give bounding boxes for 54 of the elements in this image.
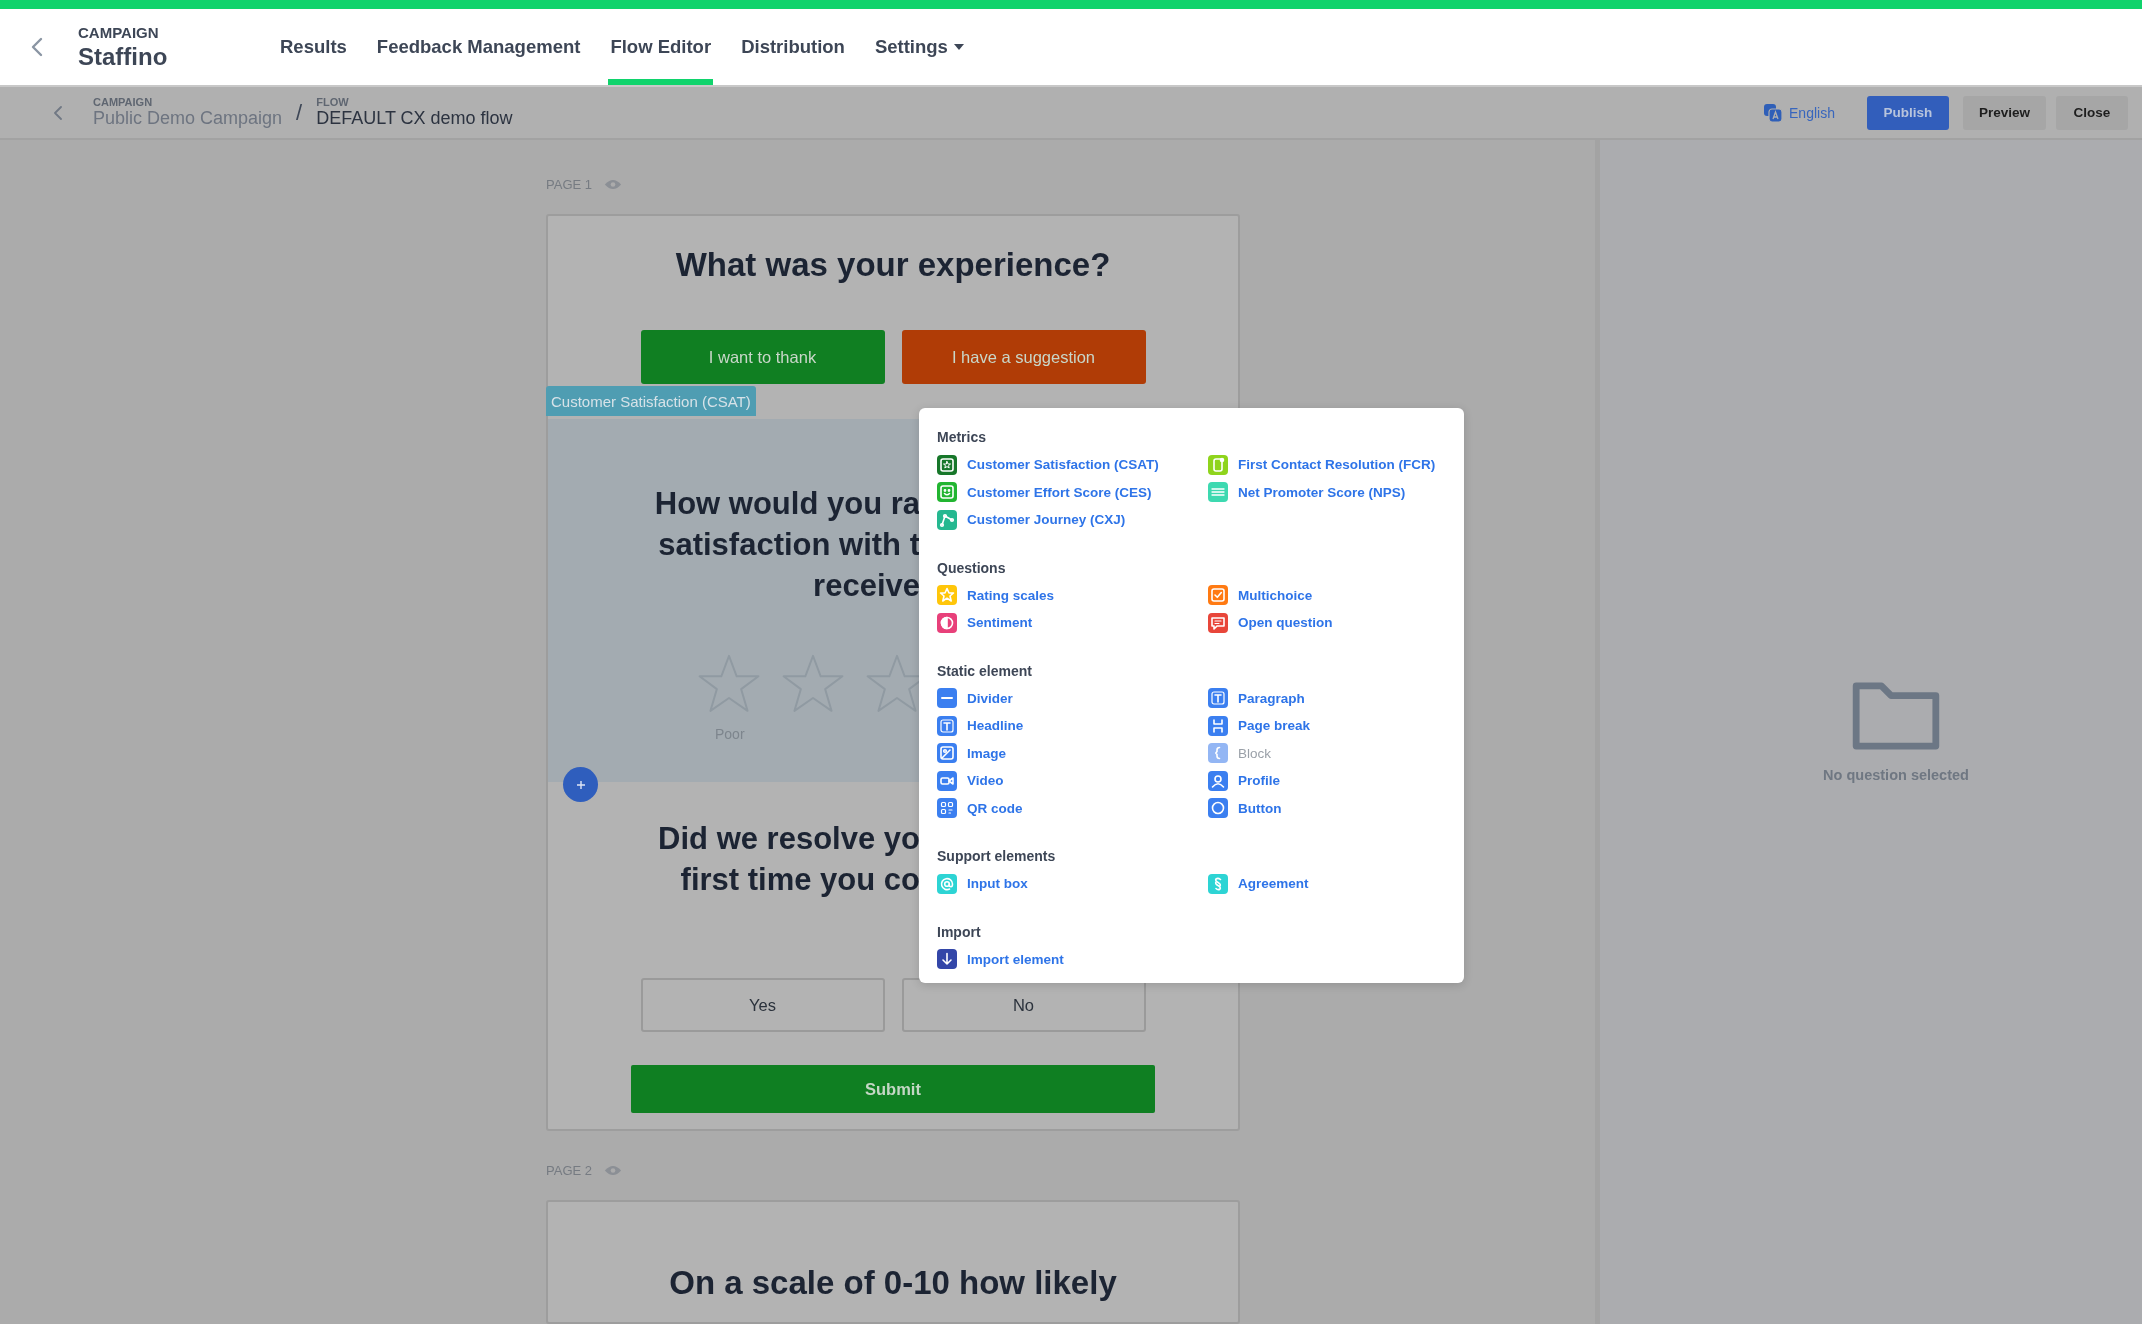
- question-text: first time you co: [680, 861, 920, 899]
- menu-item[interactable]: QR code: [937, 794, 1023, 822]
- menu-item[interactable]: Divider: [937, 684, 1013, 712]
- eye-icon[interactable]: [604, 1165, 622, 1176]
- section-heading: Static element: [937, 661, 1033, 680]
- menu-item[interactable]: Agreement: [1208, 870, 1309, 898]
- plus-icon: [575, 779, 586, 790]
- nav-tab[interactable]: Feedback Management: [374, 9, 583, 85]
- back-chevron-icon[interactable]: [31, 37, 43, 57]
- add-element-button[interactable]: [563, 767, 598, 802]
- choice-button[interactable]: I have a suggestion: [901, 330, 1146, 384]
- breadcrumb-label: FLOW: [316, 96, 350, 108]
- section-heading: Import: [937, 922, 982, 941]
- question-heading: On a scale of 0-10 how likely: [669, 1263, 1117, 1303]
- back-chevron-icon[interactable]: [54, 105, 62, 120]
- breadcrumb-separator: /: [296, 99, 303, 126]
- answer-button[interactable]: No: [901, 978, 1146, 1032]
- nav-tab[interactable]: Settings: [872, 9, 966, 85]
- language-button[interactable]: English: [1763, 102, 1835, 123]
- toolbar-button[interactable]: Preview: [1962, 95, 2046, 130]
- element-tag: Customer Satisfaction (CSAT): [546, 386, 756, 416]
- campaign-name: Staffino: [78, 42, 169, 71]
- menu-item[interactable]: Sentiment: [937, 609, 1033, 637]
- menu-item[interactable]: Customer Satisfaction (CSAT): [937, 451, 1159, 479]
- folder-icon: [1852, 682, 1940, 750]
- question-text: How would you ra: [654, 485, 920, 523]
- campaign-label: CAMPAIGN: [78, 23, 160, 41]
- choice-button[interactable]: I want to thank: [640, 330, 885, 384]
- menu-item[interactable]: Rating scales: [937, 581, 1055, 609]
- translate-icon: [1763, 102, 1784, 123]
- menu-item[interactable]: Input box: [937, 870, 1028, 898]
- menu-item[interactable]: Button: [1208, 794, 1282, 822]
- question-text: Did we resolve yo: [658, 820, 920, 858]
- nav-tab[interactable]: Results: [278, 9, 349, 85]
- section-heading: Support elements: [937, 847, 1057, 865]
- toolbar-button[interactable]: Close: [2056, 95, 2128, 130]
- publish-button[interactable]: Publish: [1866, 95, 1949, 130]
- breadcrumb-label: CAMPAIGN: [93, 96, 154, 108]
- question-text: satisfaction with t: [658, 526, 920, 564]
- submit-button[interactable]: Submit: [631, 1065, 1155, 1113]
- empty-state-text: No question selected: [1823, 767, 1969, 783]
- menu-item[interactable]: Customer Journey (CXJ): [937, 506, 1126, 534]
- section-heading: Questions: [937, 558, 1007, 577]
- answer-button[interactable]: Yes: [640, 978, 885, 1032]
- menu-item[interactable]: Customer Effort Score (CES): [937, 478, 1152, 506]
- question-heading: What was your experience?: [675, 245, 1111, 285]
- nav-tab[interactable]: Distribution: [739, 9, 847, 85]
- section-heading: Metrics: [937, 428, 988, 446]
- menu-item[interactable]: Import element: [937, 945, 1064, 973]
- question-text: receive: [813, 567, 920, 605]
- breadcrumb-link[interactable]: DEFAULT CX demo flow: [316, 108, 513, 129]
- menu-item[interactable]: Image: [937, 739, 1007, 767]
- menu-item[interactable]: Headline: [937, 712, 1024, 740]
- eye-icon[interactable]: [604, 179, 622, 190]
